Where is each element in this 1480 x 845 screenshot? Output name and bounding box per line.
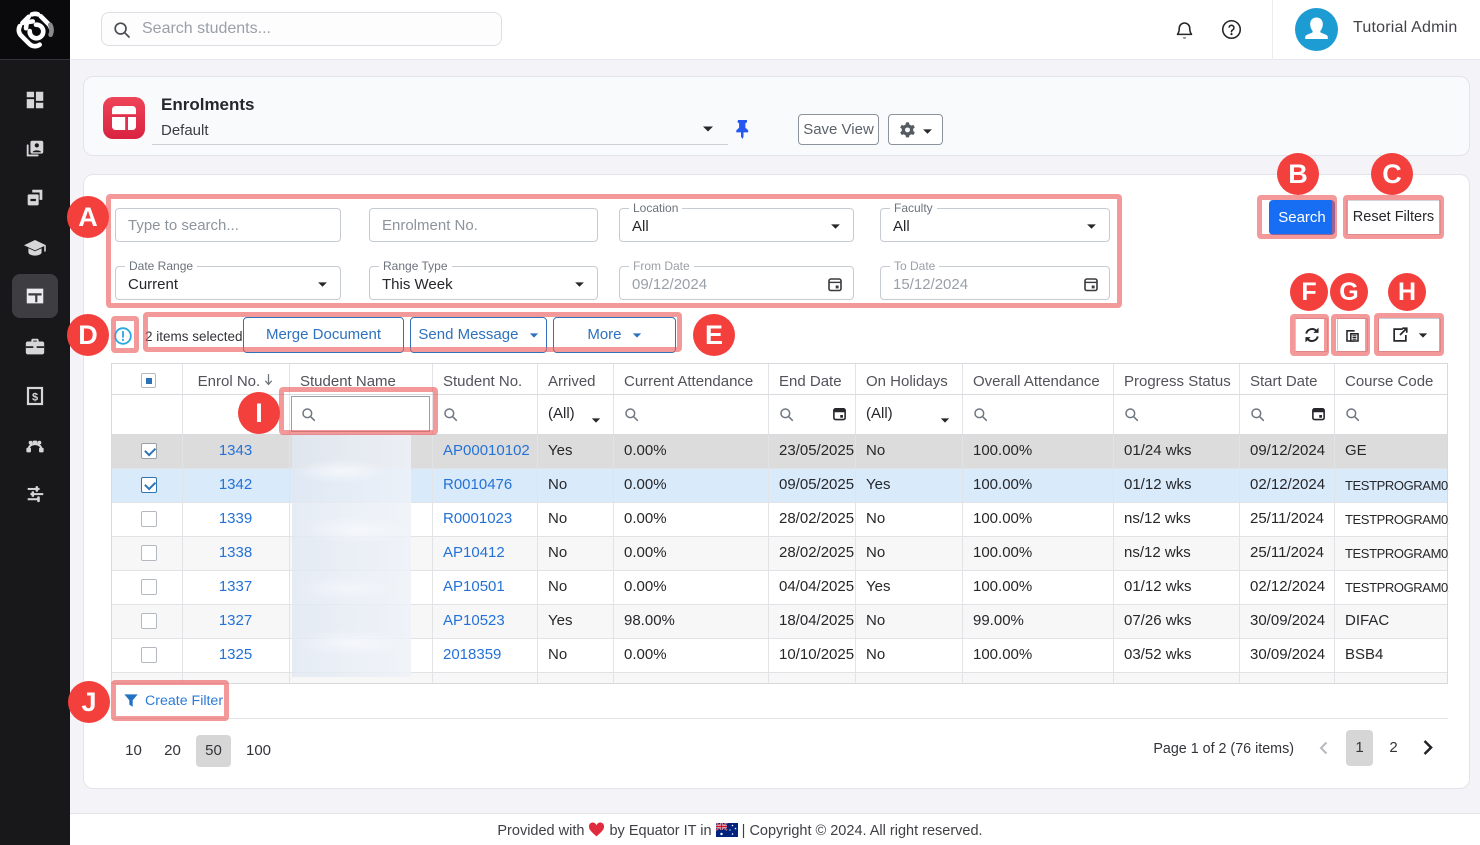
svg-text:$: $ <box>32 392 38 404</box>
